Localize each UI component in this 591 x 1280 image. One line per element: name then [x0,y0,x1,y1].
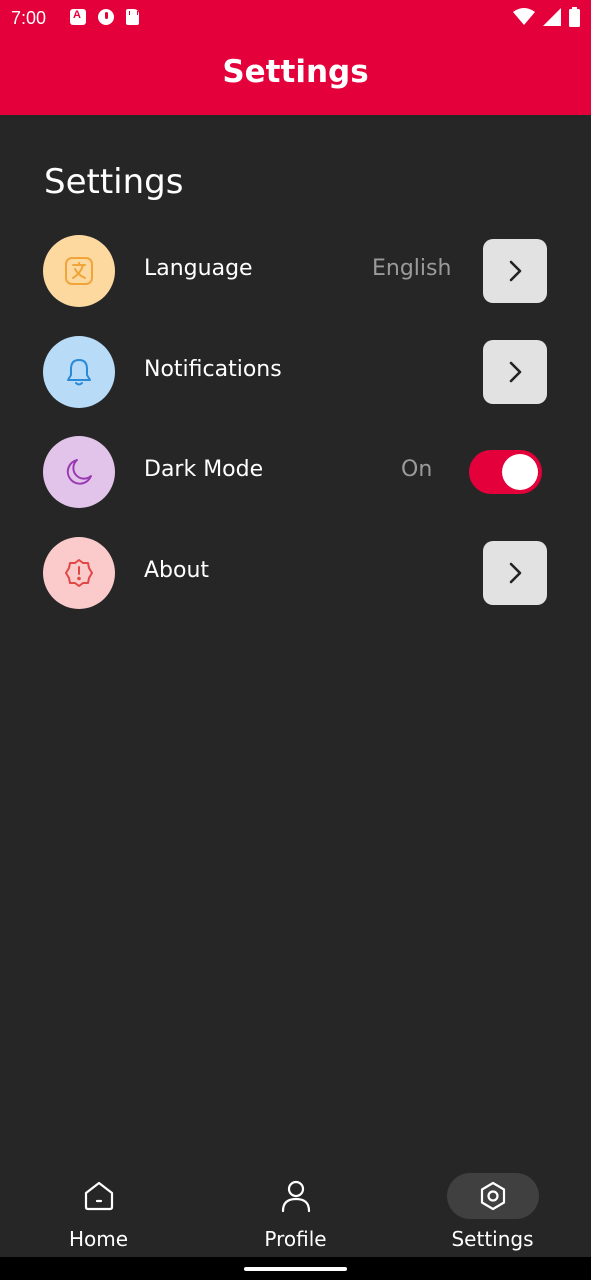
notification-icons [70,9,139,25]
dark-mode-toggle[interactable] [469,450,542,494]
setting-label-dark-mode: Dark Mode [144,457,264,482]
nav-label-settings: Settings [451,1227,534,1251]
home-icon-wrap [53,1173,145,1219]
nav-label-home: Home [68,1227,129,1251]
alert-badge-icon [65,559,93,587]
person-icon [281,1180,310,1213]
about-icon-circle [43,537,115,609]
language-icon-circle [43,235,115,307]
setting-label-notifications: Notifications [144,357,282,382]
moon-icon [66,459,92,485]
chevron-right-icon [509,361,522,383]
toggle-knob [502,454,538,490]
language-chevron-button[interactable] [483,239,547,303]
bell-icon [67,359,91,386]
notifications-chevron-button[interactable] [483,340,547,404]
signal-icon [543,8,561,26]
home-icon [84,1181,113,1211]
nav-item-home[interactable]: Home [0,1157,197,1257]
setting-row-dark-mode[interactable]: Dark Mode On [0,432,591,512]
nav-item-profile[interactable]: Profile [197,1157,394,1257]
system-icons [513,7,580,27]
app-a-icon [70,9,86,25]
setting-row-notifications[interactable]: Notifications [0,332,591,412]
setting-row-about[interactable]: About [0,533,591,613]
wifi-icon [513,8,535,25]
home-gesture-handle[interactable] [244,1267,347,1271]
setting-label-about: About [144,558,210,583]
app-bar-title: Settings [222,54,369,90]
status-bar: 7:00 [0,0,591,36]
setting-label-language: Language [144,256,253,281]
nav-item-settings[interactable]: Settings [394,1157,591,1257]
sd-card-icon [126,9,139,25]
dark-mode-icon-circle [43,436,115,508]
profile-icon-wrap [250,1173,342,1219]
settings-icon-wrap [446,1173,539,1219]
nav-label-profile: Profile [264,1227,327,1251]
about-chevron-button[interactable] [483,541,547,605]
setting-value-language: English [372,256,452,281]
section-title: Settings [44,162,184,202]
setting-value-dark-mode: On [401,457,433,482]
system-nav-bar [0,1257,591,1280]
status-time: 7:00 [11,8,47,28]
settings-icon [480,1181,505,1211]
chevron-right-icon [509,562,522,584]
bottom-navigation: Home Profile Settings [0,1157,591,1257]
notifications-icon-circle [43,336,115,408]
app-bar: Settings [0,36,591,115]
battery-icon [569,7,580,27]
app-p-icon [98,9,114,25]
chevron-right-icon [509,260,522,282]
translate-icon [65,257,93,285]
setting-row-language[interactable]: Language English [0,231,591,311]
